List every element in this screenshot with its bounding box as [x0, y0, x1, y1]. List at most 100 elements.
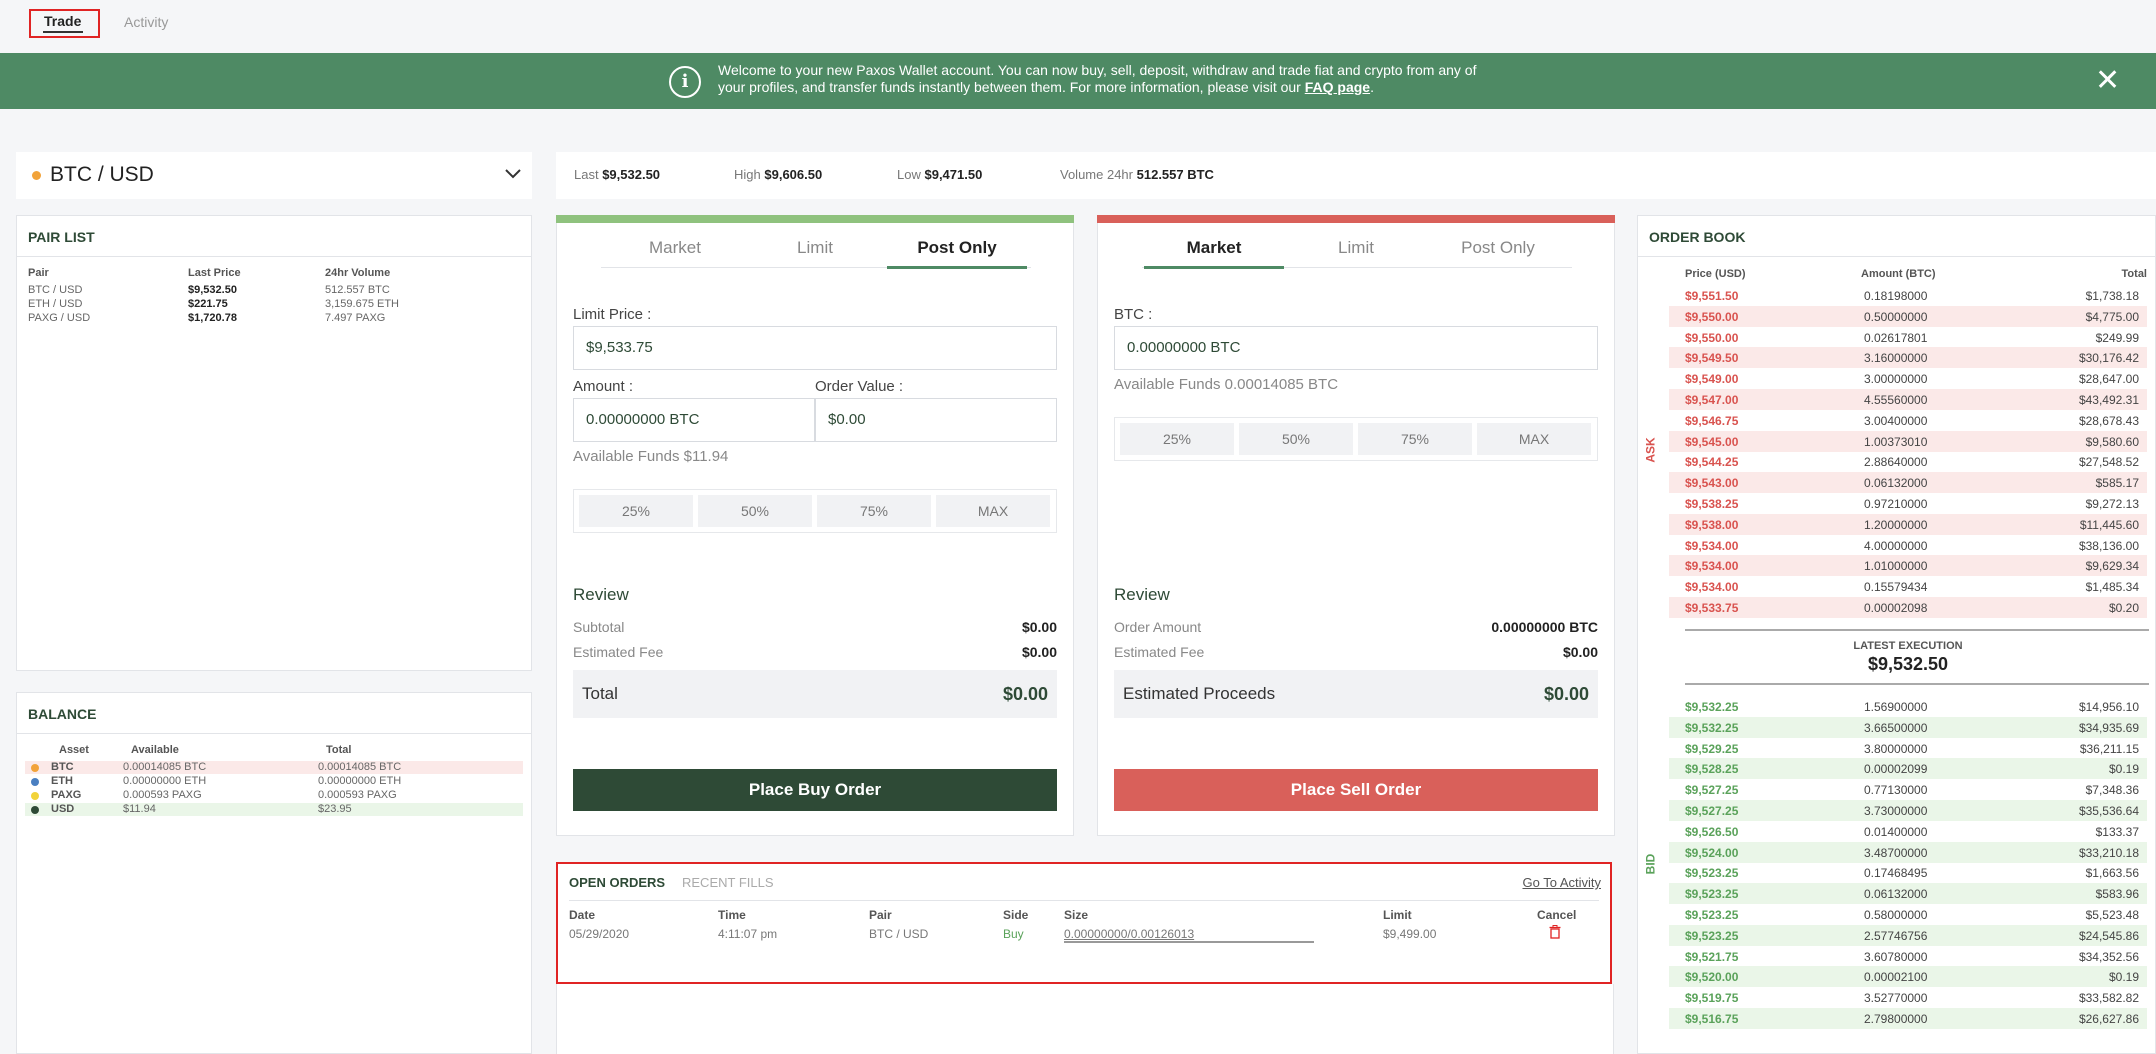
bid-row[interactable]: $9,520.00 0.00002100 $0.19 [1669, 966, 2147, 988]
chevron-down-icon[interactable] [504, 164, 522, 185]
ask-row[interactable]: $9,543.00 0.06132000 $585.17 [1669, 472, 2147, 494]
sell-pct-75-button[interactable]: 75% [1358, 423, 1472, 455]
sell-tab-limit[interactable]: Limit [1286, 238, 1426, 258]
row-total: $9,580.60 [2085, 434, 2139, 449]
buy-tab-limit[interactable]: Limit [745, 238, 885, 258]
order-date: 05/29/2020 [569, 927, 630, 941]
row-price: $9,534.00 [1685, 559, 1739, 574]
sell-pct-25-button[interactable]: 25% [1120, 423, 1234, 455]
col-size: Size [1064, 908, 1089, 922]
buy-pct-max-button[interactable]: MAX [936, 495, 1050, 527]
ask-row[interactable]: $9,534.00 1.01000000 $9,629.34 [1669, 555, 2147, 577]
asset-available: 0.00014085 BTC [123, 761, 207, 773]
bid-row[interactable]: $9,526.50 0.01400000 $133.37 [1669, 821, 2147, 842]
row-price: $9,532.25 [1685, 700, 1739, 714]
btc-amount-input[interactable]: 0.00000000 BTC [1114, 326, 1598, 370]
amount-input[interactable]: 0.00000000 BTC [573, 398, 815, 442]
bid-row[interactable]: $9,532.25 1.56900000 $14,956.10 [1669, 696, 2147, 717]
go-to-activity-link[interactable]: Go To Activity [1522, 875, 1601, 890]
row-amount: 2.79800000 [1864, 1012, 1928, 1026]
ask-row[interactable]: $9,547.00 4.55560000 $43,492.31 [1669, 389, 2147, 410]
buy-pct-50-button[interactable]: 50% [698, 495, 812, 527]
ask-row[interactable]: $9,538.25 0.97210000 $9,272.13 [1669, 493, 2147, 514]
tab-trade[interactable]: Trade [44, 13, 81, 29]
bid-side-label: BID [1643, 853, 1658, 875]
bid-row[interactable]: $9,523.25 0.58000000 $5,523.48 [1669, 904, 2147, 925]
bid-row[interactable]: $9,524.00 3.48700000 $33,210.18 [1669, 841, 2147, 863]
ask-row[interactable]: $9,549.50 3.16000000 $30,176.42 [1669, 347, 2147, 369]
ask-row[interactable]: $9,533.75 0.00002098 $0.20 [1669, 597, 2147, 618]
ask-row[interactable]: $9,534.00 0.15579434 $1,485.34 [1669, 576, 2147, 597]
tab-activity[interactable]: Activity [124, 14, 168, 30]
bid-row[interactable]: $9,519.75 3.52770000 $33,582.82 [1669, 987, 2147, 1008]
sell-pct-max-button[interactable]: MAX [1477, 423, 1591, 455]
row-price: $9,516.75 [1685, 1012, 1739, 1026]
bid-row[interactable]: $9,528.25 0.00002099 $0.19 [1669, 758, 2147, 780]
sell-tab-post-only[interactable]: Post Only [1428, 238, 1568, 258]
pair-selector[interactable]: BTC / USD [16, 152, 532, 199]
order-value-input[interactable]: $0.00 [815, 398, 1057, 442]
buy-tab-post-only[interactable]: Post Only [887, 238, 1027, 258]
close-icon[interactable]: ✕ [2095, 63, 2120, 98]
pair-row-eth[interactable]: ETH / USD $221.75 3,159.675 ETH [28, 298, 528, 311]
pair-row-btc[interactable]: BTC / USD $9,532.50 512.557 BTC [28, 284, 528, 297]
col-cancel: Cancel [1537, 908, 1577, 922]
ask-row[interactable]: $9,551.50 0.18198000 $1,738.18 [1669, 285, 2147, 306]
ask-row[interactable]: $9,550.00 0.50000000 $4,775.00 [1669, 305, 2147, 327]
ask-row[interactable]: $9,544.25 2.88640000 $27,548.52 [1669, 451, 2147, 472]
bid-row[interactable]: $9,521.75 3.60780000 $34,352.56 [1669, 946, 2147, 967]
bid-row[interactable]: $9,532.25 3.66500000 $34,935.69 [1669, 716, 2147, 738]
ask-side-label: ASK [1643, 437, 1658, 463]
row-price: $9,527.25 [1685, 804, 1739, 818]
bid-row[interactable]: $9,523.25 2.57746756 $24,545.86 [1669, 924, 2147, 946]
pair-name: BTC / USD [28, 284, 83, 296]
ask-row[interactable]: $9,538.00 1.20000000 $11,445.60 [1669, 513, 2147, 535]
ask-row[interactable]: $9,550.00 0.02617801 $249.99 [1669, 327, 2147, 348]
bid-row[interactable]: $9,523.25 0.06132000 $583.96 [1669, 883, 2147, 905]
asset-dot-icon [31, 806, 39, 814]
faq-link[interactable]: FAQ page [1305, 79, 1370, 95]
latest-execution-value: $9,532.50 [1867, 654, 1949, 674]
tab-recent-fills[interactable]: RECENT FILLS [682, 875, 774, 890]
row-price: $9,520.00 [1685, 970, 1739, 985]
stat-last-label: Last [574, 167, 599, 182]
bid-row[interactable]: $9,527.25 0.77130000 $7,348.36 [1669, 779, 2147, 800]
bid-row[interactable]: $9,527.25 3.73000000 $35,536.64 [1669, 800, 2147, 821]
place-sell-order-button[interactable]: Place Sell Order [1114, 769, 1598, 811]
proceeds-label: Estimated Proceeds [1123, 684, 1276, 703]
welcome-banner: i Welcome to your new Paxos Wallet accou… [0, 53, 2156, 109]
place-buy-order-button[interactable]: Place Buy Order [573, 769, 1057, 811]
col-last-price: Last Price [188, 267, 241, 279]
sell-pct-50-button[interactable]: 50% [1239, 423, 1353, 455]
trash-icon[interactable] [1549, 925, 1561, 944]
buy-pct-25-button[interactable]: 25% [579, 495, 693, 527]
balance-row: BTC 0.00014085 BTC 0.00014085 BTC [25, 761, 523, 774]
asset-name: USD [51, 803, 75, 815]
subtotal-value: $0.00 [1021, 619, 1057, 635]
bid-row[interactable]: $9,529.25 3.80000000 $36,211.15 [1669, 738, 2147, 759]
row-price: $9,532.25 [1685, 720, 1739, 735]
bid-row[interactable]: $9,523.25 0.17468495 $1,663.56 [1669, 862, 2147, 883]
limit-price-input[interactable]: $9,533.75 [573, 326, 1057, 370]
row-amount: 3.66500000 [1864, 720, 1928, 735]
sell-tab-market[interactable]: Market [1144, 238, 1284, 258]
sell-proceeds-box: Estimated Proceeds $0.00 [1114, 670, 1598, 718]
row-total: $34,935.69 [2078, 720, 2139, 735]
divider [17, 256, 531, 257]
row-total: $1,485.34 [2085, 580, 2139, 595]
row-price: $9,534.00 [1685, 580, 1739, 595]
ask-row[interactable]: $9,546.75 3.00400000 $28,678.43 [1669, 410, 2147, 431]
buy-pct-75-button[interactable]: 75% [817, 495, 931, 527]
row-total: $0.19 [2108, 970, 2139, 985]
row-amount: 3.80000000 [1864, 741, 1928, 756]
pair-row-paxg[interactable]: PAXG / USD $1,720.78 7.497 PAXG [28, 312, 528, 325]
ask-row[interactable]: $9,545.00 1.00373010 $9,580.60 [1669, 430, 2147, 452]
ask-row[interactable]: $9,549.00 3.00000000 $28,647.00 [1669, 368, 2147, 389]
row-amount: 0.06132000 [1864, 887, 1928, 902]
ask-row[interactable]: $9,534.00 4.00000000 $38,136.00 [1669, 535, 2147, 556]
stat-high-value: $9,606.50 [764, 167, 823, 182]
buy-tab-market[interactable]: Market [605, 238, 745, 258]
order-amount-value: 0.00000000 BTC [1491, 619, 1598, 635]
tab-open-orders[interactable]: OPEN ORDERS [569, 875, 665, 890]
bid-row[interactable]: $9,516.75 2.79800000 $26,627.86 [1669, 1008, 2147, 1029]
